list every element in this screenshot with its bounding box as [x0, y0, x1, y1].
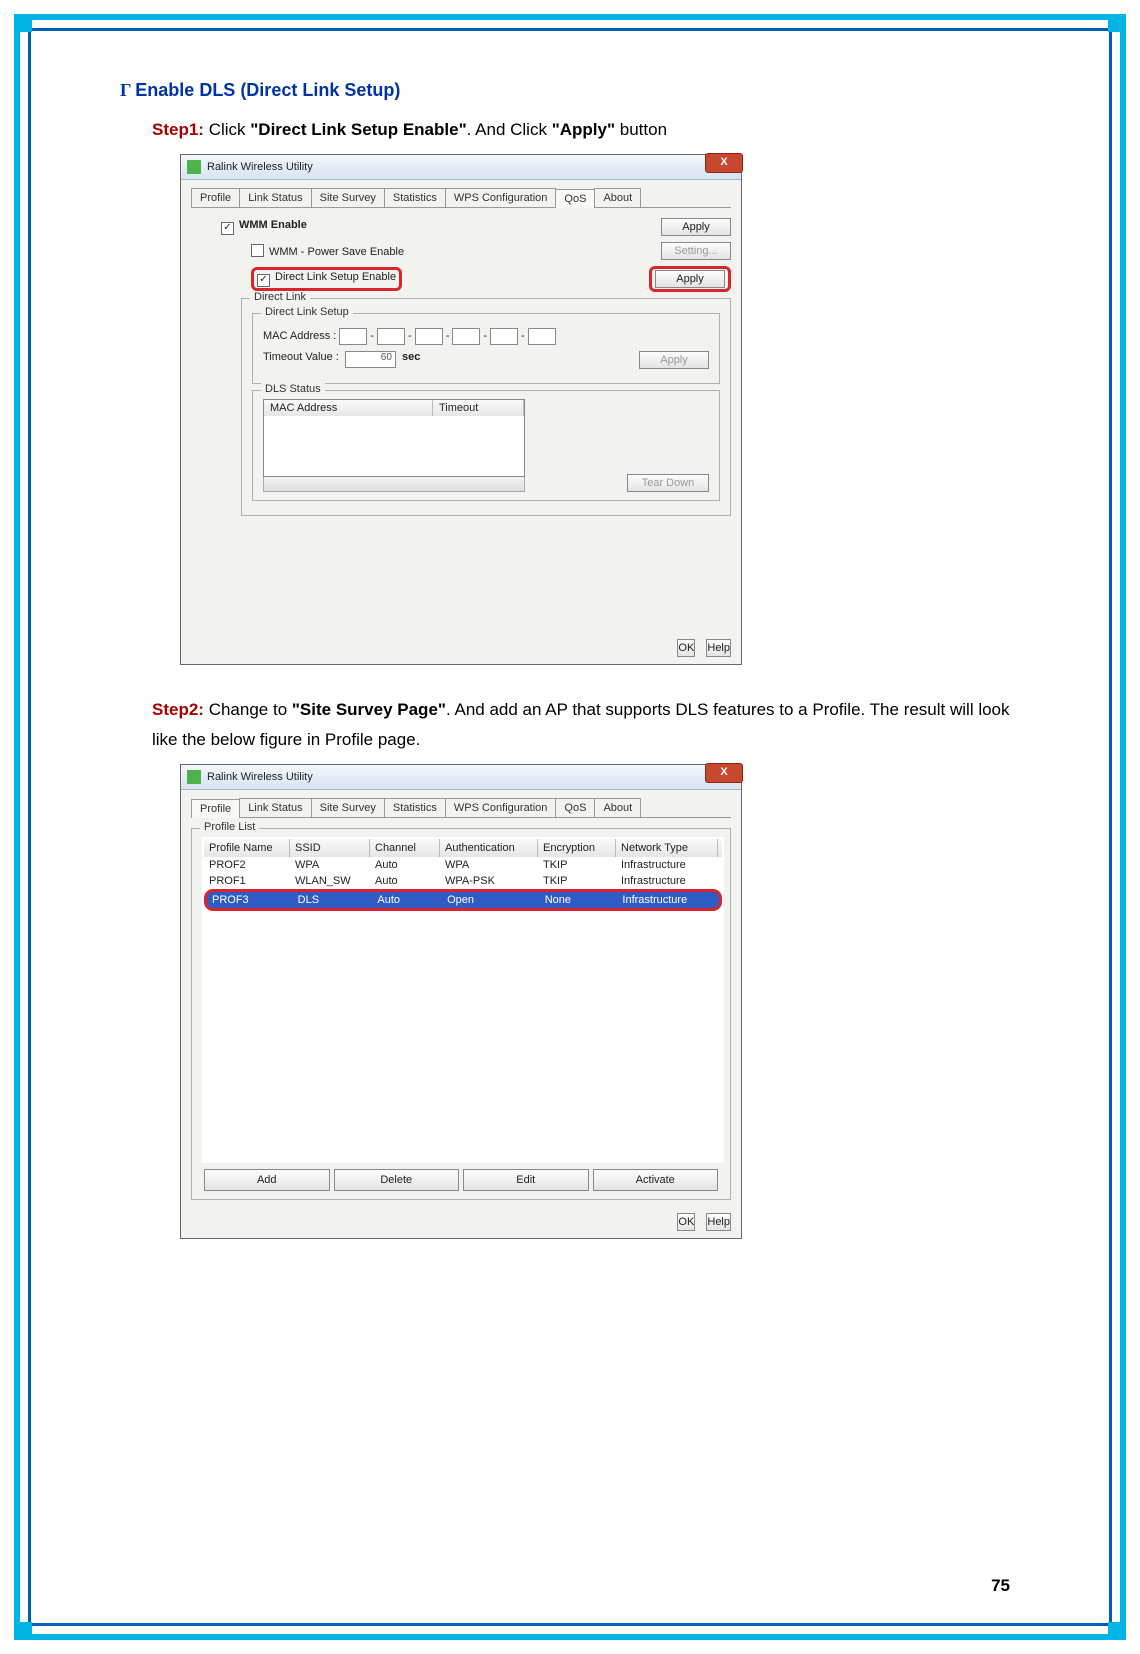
- th-auth: Authentication: [440, 839, 538, 857]
- ok-button[interactable]: OK: [677, 639, 695, 657]
- delete-button[interactable]: Delete: [334, 1169, 460, 1191]
- figure1-window: Ralink Wireless Utility X Profile Link S…: [180, 154, 742, 665]
- table-row-selected[interactable]: PROF3DLSAutoOpenNoneInfrastructure: [204, 889, 722, 911]
- apply-highlight: Apply: [649, 266, 731, 292]
- titlebar: Ralink Wireless Utility X: [181, 155, 741, 180]
- dls-status-table: MAC Address Timeout: [263, 399, 525, 477]
- tab-strip-2: Profile Link Status Site Survey Statisti…: [191, 798, 731, 818]
- timeout-label: Timeout Value :: [263, 351, 339, 363]
- ok-button-2[interactable]: OK: [677, 1213, 695, 1231]
- edit-button[interactable]: Edit: [463, 1169, 589, 1191]
- timeout-unit: sec: [402, 351, 420, 363]
- th-encryption: Encryption: [538, 839, 616, 857]
- help-button[interactable]: Help: [706, 639, 731, 657]
- table-row[interactable]: PROF1WLAN_SWAutoWPA-PSKTKIPInfrastructur…: [204, 873, 722, 889]
- tab-wps-2[interactable]: WPS Configuration: [445, 798, 557, 817]
- window-title-2: Ralink Wireless Utility: [207, 771, 313, 783]
- th-channel: Channel: [370, 839, 440, 857]
- power-save-label: WMM - Power Save Enable: [269, 246, 404, 258]
- tab-site-survey[interactable]: Site Survey: [311, 188, 385, 207]
- add-button[interactable]: Add: [204, 1169, 330, 1191]
- mac-input-5[interactable]: [490, 328, 518, 345]
- timeout-input[interactable]: 60: [345, 351, 396, 368]
- wmm-enable-label: WMM Enable: [239, 219, 307, 231]
- tab-site-survey-2[interactable]: Site Survey: [311, 798, 385, 817]
- th-timeout: Timeout: [433, 400, 524, 416]
- step2-text: Step2: Change to "Site Survey Page". And…: [152, 695, 1030, 756]
- mac-row: MAC Address : - - - - -: [263, 328, 709, 345]
- profile-list-legend: Profile List: [200, 821, 259, 833]
- tab-profile-2[interactable]: Profile: [191, 799, 240, 818]
- setting-button: Setting...: [661, 242, 731, 260]
- dls-enable-highlight: Direct Link Setup Enable: [251, 267, 402, 291]
- titlebar-2: Ralink Wireless Utility X: [181, 765, 741, 790]
- profile-table: Profile Name SSID Channel Authentication…: [202, 837, 724, 1163]
- mac-input-4[interactable]: [452, 328, 480, 345]
- mac-label: MAC Address :: [263, 330, 336, 342]
- mac-input-2[interactable]: [377, 328, 405, 345]
- tab-link-status[interactable]: Link Status: [239, 188, 311, 207]
- th-ssid: SSID: [290, 839, 370, 857]
- tab-qos[interactable]: QoS: [555, 189, 595, 208]
- th-network-type: Network Type: [616, 839, 718, 857]
- close-button-2[interactable]: X: [705, 763, 743, 783]
- tab-about-2[interactable]: About: [594, 798, 641, 817]
- wmm-enable-checkbox[interactable]: [221, 222, 234, 235]
- direct-link-legend: Direct Link: [250, 291, 310, 303]
- mac-input-6[interactable]: [528, 328, 556, 345]
- tab-profile[interactable]: Profile: [191, 188, 240, 207]
- close-button[interactable]: X: [705, 153, 743, 173]
- scrollbar[interactable]: [263, 477, 525, 492]
- tab-statistics-2[interactable]: Statistics: [384, 798, 446, 817]
- window-title: Ralink Wireless Utility: [207, 161, 313, 173]
- help-button-2[interactable]: Help: [706, 1213, 731, 1231]
- teardown-button: Tear Down: [627, 474, 709, 492]
- dls-enable-label: Direct Link Setup Enable: [275, 271, 396, 283]
- table-row[interactable]: PROF2WPAAutoWPATKIPInfrastructure: [204, 857, 722, 873]
- tab-qos-2[interactable]: QoS: [555, 798, 595, 817]
- mac-input-1[interactable]: [339, 328, 367, 345]
- dls-status-legend: DLS Status: [261, 383, 325, 395]
- app-icon: [187, 770, 201, 784]
- page-number: 75: [991, 1576, 1010, 1596]
- mac-input-3[interactable]: [415, 328, 443, 345]
- th-profile-name: Profile Name: [204, 839, 290, 857]
- app-icon: [187, 160, 201, 174]
- apply-button-dls[interactable]: Apply: [655, 270, 725, 288]
- power-save-checkbox[interactable]: [251, 244, 264, 257]
- tab-statistics[interactable]: Statistics: [384, 188, 446, 207]
- direct-link-setup-legend: Direct Link Setup: [261, 306, 353, 318]
- tab-about[interactable]: About: [594, 188, 641, 207]
- th-mac: MAC Address: [264, 400, 433, 416]
- tab-strip: Profile Link Status Site Survey Statisti…: [191, 188, 731, 208]
- tab-wps[interactable]: WPS Configuration: [445, 188, 557, 207]
- dls-enable-checkbox[interactable]: [257, 274, 270, 287]
- tab-link-status-2[interactable]: Link Status: [239, 798, 311, 817]
- step1-text: Step1: Click "Direct Link Setup Enable".…: [152, 115, 1030, 146]
- activate-button[interactable]: Activate: [593, 1169, 719, 1191]
- apply-button-timeout: Apply: [639, 351, 709, 369]
- section-heading: Γ Enable DLS (Direct Link Setup): [120, 80, 1030, 101]
- figure2-window: Ralink Wireless Utility X Profile Link S…: [180, 764, 742, 1239]
- apply-button-wmm[interactable]: Apply: [661, 218, 731, 236]
